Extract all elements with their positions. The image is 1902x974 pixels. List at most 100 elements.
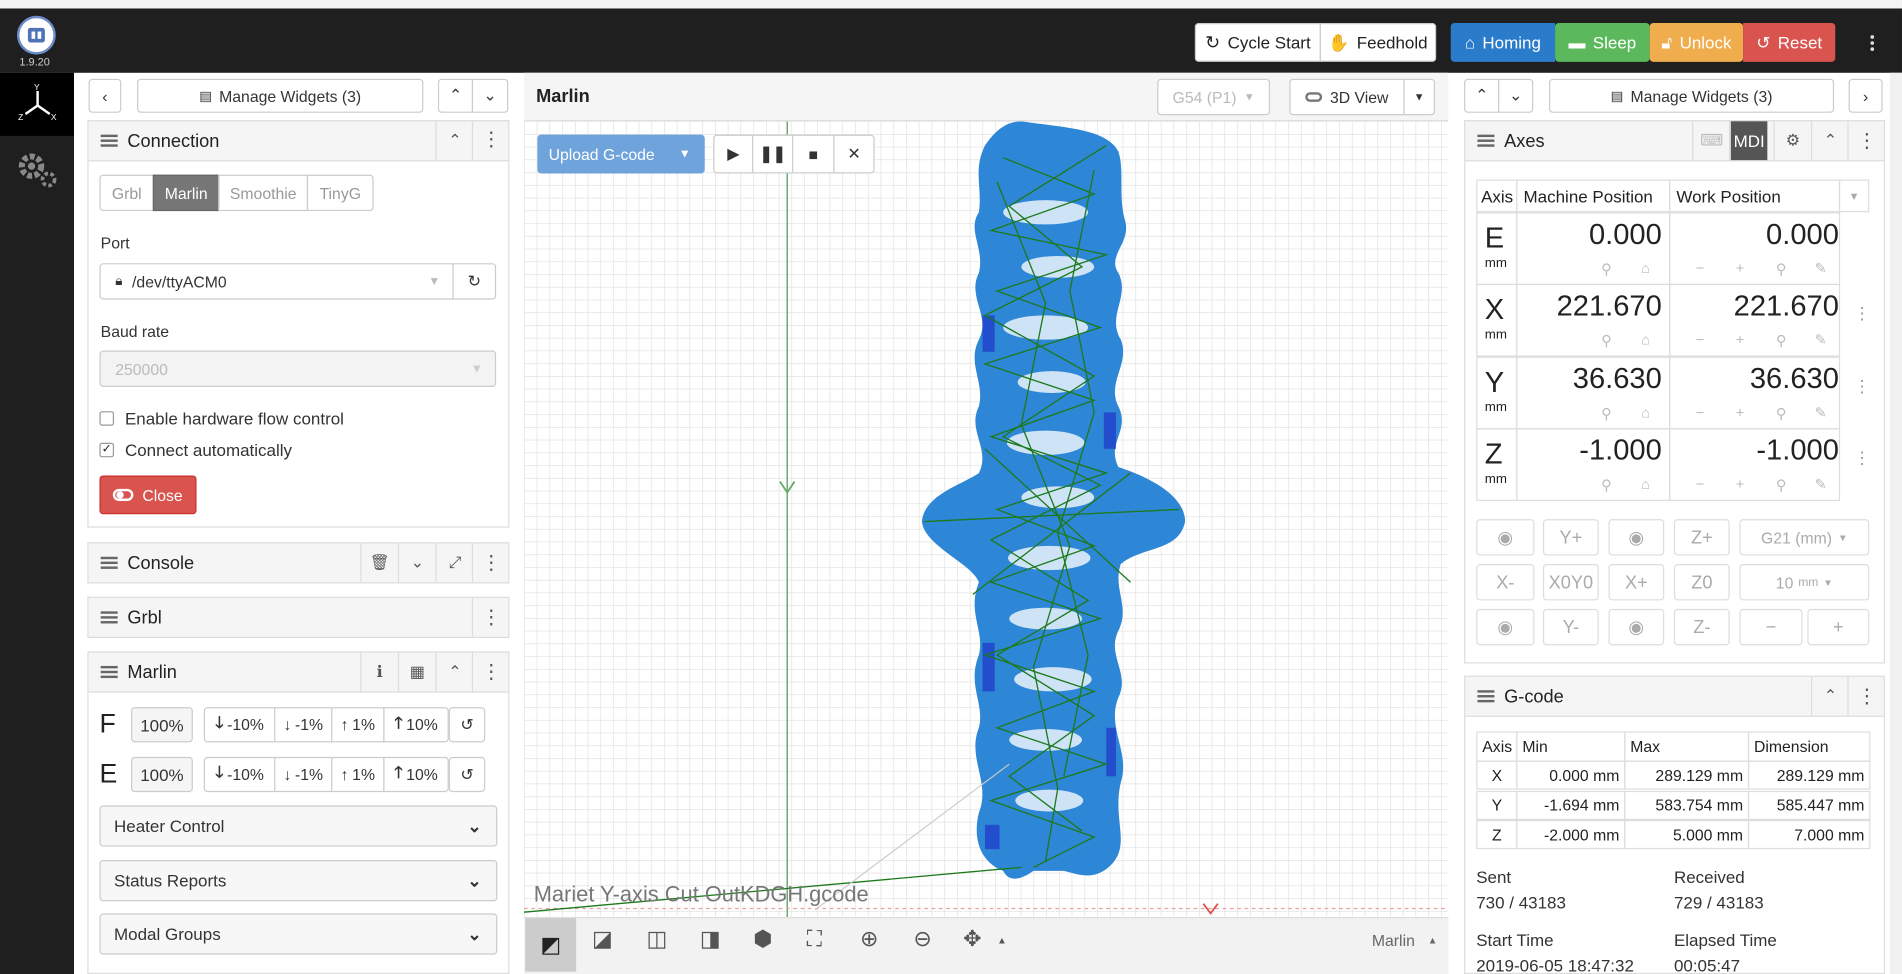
view-3d-icon[interactable]: ⬢ (753, 927, 772, 952)
view-options-button[interactable]: ▼ (1403, 78, 1435, 116)
set-origin-icon[interactable]: ⚲ (1776, 477, 1787, 494)
step-increase-button[interactable]: + (1807, 608, 1870, 646)
minus-icon[interactable]: − (1696, 332, 1705, 349)
feedrate-reset-button[interactable]: ↺ (448, 707, 486, 743)
extrude-plus1-button[interactable]: ↑ 1% (331, 756, 385, 793)
cycle-start-button[interactable]: ↻ Cycle Start (1194, 23, 1321, 62)
minus-icon[interactable]: − (1696, 475, 1705, 492)
home-icon[interactable]: ⌂ (1641, 403, 1650, 420)
set-origin-icon[interactable]: ⚲ (1601, 261, 1612, 278)
fit-view-icon[interactable]: ⛶ (807, 927, 822, 952)
expand-panel-button[interactable]: ⌄ (397, 543, 436, 583)
view-front-icon[interactable]: ◪ (592, 927, 613, 952)
jog-x-plus-y-minus-button[interactable]: ◉ (1608, 608, 1665, 646)
wcs-select[interactable]: G54 (P1) ▼ (1157, 78, 1271, 116)
drag-handle-icon[interactable] (100, 134, 118, 147)
mdi-button[interactable]: MDI (1729, 121, 1768, 161)
footer-mode-label[interactable]: Marlin (1372, 932, 1415, 950)
set-origin-icon[interactable]: ⚲ (1601, 333, 1612, 350)
heater-control-section[interactable]: Heater Control ⌄ (99, 805, 498, 847)
minus-icon[interactable]: − (1696, 403, 1705, 420)
minus-icon[interactable]: − (1696, 260, 1705, 277)
modal-groups-section[interactable]: Modal Groups ⌄ (99, 913, 498, 955)
console-header[interactable]: Console 🗑︎ ⌄ ⤢ ⋮ (87, 542, 510, 584)
jog-z-plus-button[interactable]: Z+ (1673, 519, 1730, 556)
right-scrollbar[interactable] (1889, 72, 1902, 974)
view-left-icon[interactable]: ◫ (647, 927, 668, 952)
console-menu-button[interactable]: ⋮ (471, 543, 510, 583)
collapse-button[interactable]: ⌃ (1811, 676, 1849, 716)
reset-button[interactable]: ↺ Reset (1743, 23, 1836, 62)
jog-x-plus-button[interactable]: X+ (1608, 564, 1665, 601)
axes-menu-button[interactable]: ⋮ (1847, 121, 1885, 161)
extrude-plus10-button[interactable]: 🡑 10% (383, 756, 449, 793)
edit-icon[interactable]: ✎ (1815, 332, 1827, 349)
feedrate-minus10-button[interactable]: 🡓 -10% (203, 707, 276, 743)
unlock-button[interactable]: 🔓︎ Unlock (1649, 23, 1744, 62)
left-prev-button[interactable]: ‹ (88, 78, 122, 113)
feedrate-plus10-button[interactable]: 🡑 10% (383, 707, 449, 743)
view-right-icon[interactable]: ◨ (700, 927, 721, 952)
right-next-button[interactable]: › (1848, 78, 1883, 113)
plus-icon[interactable]: + (1736, 475, 1745, 492)
jog-x-minus-y-minus-button[interactable]: ◉ (1476, 608, 1535, 646)
right-down-button[interactable]: ⌄ (1498, 78, 1534, 113)
work-position-value[interactable]: -1.000 (1674, 434, 1839, 468)
row-menu-icon[interactable]: ⋮ (1853, 447, 1870, 468)
collapse-button[interactable]: ⌃ (435, 121, 473, 161)
app-logo[interactable] (16, 15, 56, 55)
jog-x-minus-y-plus-button[interactable]: ◉ (1476, 519, 1535, 556)
jog-z-minus-button[interactable]: Z- (1673, 608, 1730, 646)
connection-menu-button[interactable]: ⋮ (471, 121, 510, 161)
marlin-header[interactable]: Marlin ℹ ▦ ⌃ ⋮ (87, 651, 510, 693)
collapse-button[interactable]: ⌃ (1811, 121, 1849, 161)
stop-button[interactable]: ■ (792, 134, 835, 174)
gear-icon[interactable]: ⚙ (1773, 121, 1811, 161)
trash-icon[interactable]: 🗑︎ (360, 543, 398, 583)
marlin-menu-button[interactable]: ⋮ (471, 652, 510, 692)
edit-icon[interactable]: ✎ (1815, 475, 1827, 492)
extrude-reset-button[interactable]: ↺ (448, 756, 486, 793)
pause-button[interactable]: ❚❚ (752, 134, 794, 174)
edit-icon[interactable]: ✎ (1815, 403, 1827, 420)
nav-workspace[interactable]: Y Z X (0, 72, 74, 136)
port-select[interactable]: 🔒︎/dev/ttyACM0 ▼ (99, 263, 454, 300)
fullscreen-icon[interactable]: ⤢ (435, 543, 473, 583)
toolpath-canvas[interactable] (524, 121, 1449, 918)
upload-options-button[interactable]: ▼ (664, 134, 705, 174)
status-reports-section[interactable]: Status Reports ⌄ (99, 860, 498, 902)
gcode-header[interactable]: G-code ⌃ ⋮ (1464, 675, 1886, 717)
refresh-ports-button[interactable]: ↻ (452, 263, 497, 300)
keypad-icon[interactable]: ⌨ (1692, 121, 1730, 161)
gcode-menu-button[interactable]: ⋮ (1847, 676, 1885, 716)
drag-handle-icon[interactable] (100, 611, 118, 624)
set-origin-icon[interactable]: ⚲ (1601, 405, 1612, 422)
info-icon[interactable]: ℹ (360, 652, 398, 692)
plus-icon[interactable]: + (1736, 403, 1745, 420)
go-z0-button[interactable]: Z0 (1673, 564, 1730, 601)
extrude-minus10-button[interactable]: 🡓 -10% (203, 756, 276, 793)
zoom-in-icon[interactable]: ⊕ (860, 927, 878, 952)
plus-icon[interactable]: + (1736, 260, 1745, 277)
feedrate-plus1-button[interactable]: ↑ 1% (331, 707, 385, 743)
set-origin-icon[interactable]: ⚲ (1776, 333, 1787, 350)
homing-button[interactable]: ⌂ Homing (1450, 23, 1556, 62)
home-icon[interactable]: ⌂ (1641, 475, 1650, 492)
jog-y-minus-button[interactable]: Y- (1542, 608, 1599, 646)
grbl-header[interactable]: Grbl ⋮ (87, 596, 510, 639)
row-menu-icon[interactable]: ⋮ (1853, 304, 1870, 325)
units-select[interactable]: G21 (mm) ▼ (1739, 519, 1870, 556)
top-menu-icon[interactable] (1869, 35, 1874, 52)
tab-tinyg[interactable]: TinyG (306, 174, 374, 212)
view-top-icon[interactable]: ◩ (525, 918, 577, 972)
grid-icon[interactable]: ▦ (397, 652, 436, 692)
tab-smoothie[interactable]: Smoothie (218, 174, 309, 212)
step-decrease-button[interactable]: − (1739, 608, 1803, 646)
auto-connect-checkbox[interactable]: ✓ (99, 442, 115, 458)
run-button[interactable]: ▶ (713, 134, 754, 174)
set-origin-icon[interactable]: ⚲ (1601, 477, 1612, 494)
feedrate-minus1-button[interactable]: ↓ -1% (274, 707, 333, 743)
grbl-menu-button[interactable]: ⋮ (471, 598, 510, 637)
axes-header[interactable]: Axes ⌨ MDI ⚙ ⌃ ⋮ (1464, 120, 1886, 162)
unload-button[interactable]: ✕ (833, 134, 875, 174)
